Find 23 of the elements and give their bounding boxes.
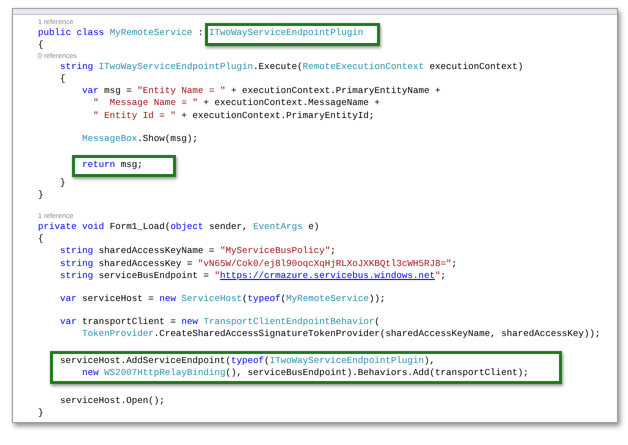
code-line: { bbox=[38, 233, 45, 246]
code-line: var msg = "Entity Name = " + executionContext.PrimaryEntityName + bbox=[81, 85, 442, 98]
code-line: { bbox=[59, 72, 67, 86]
code-line: string serviceBusEndpoint = "https://crmazure.servicebus.windows.net"; bbox=[59, 270, 448, 282]
code-line: new WS2007HttpRelayBinding(), serviceBusEndpoint).Behaviors.Add(transportClient); bbox=[82, 366, 529, 380]
code-line: { bbox=[38, 39, 45, 52]
code-line: var transportClient = new TransportClientEndpointBehavior( bbox=[59, 316, 381, 328]
code-line: var serviceHost = new ServiceHost(typeof(MyRemoteService)); bbox=[59, 292, 386, 306]
code-line: " Entity Id = " + executionContext.PrimaryEntityId; bbox=[92, 110, 376, 122]
code-line: private void Form1_Load(object sender, EventArgs e) bbox=[38, 220, 320, 234]
highlight-box: ITwoWayServiceEndpointPlugin bbox=[204, 23, 380, 46]
code-line: string sharedAccessKeyName = "MyServiceBusPolicy"; bbox=[59, 245, 337, 258]
code-line: serviceHost.Open(); bbox=[59, 394, 166, 408]
code-line: string sharedAccessKey = "vN65W/Cok0/ej8l90oqcXqHjRLXoJXKBQtl3cWH5RJ8="; bbox=[59, 258, 458, 270]
code-line: string ITwoWayServiceEndpointPlugin.Execute(RemoteExecutionContext executionContext) bbox=[59, 60, 524, 73]
code-line: serviceHost.AddServiceEndpoint(typeof(ITwoWayServiceEndpointPlugin), bbox=[60, 354, 436, 367]
code-line: } bbox=[38, 407, 45, 420]
code-line: TokenProvider.CreateSharedAccessSignatureTokenProvider(sharedAccessKeyName, sharedAccessKey)); bbox=[81, 328, 602, 340]
code-line: MessageBox.Show(msg); bbox=[81, 132, 199, 145]
code-line: } bbox=[38, 188, 45, 202]
code-line: } bbox=[59, 176, 67, 189]
code-line: " Message Name = " + executionContext.MessageName + bbox=[92, 97, 381, 110]
code-line: return msg; bbox=[82, 159, 143, 172]
